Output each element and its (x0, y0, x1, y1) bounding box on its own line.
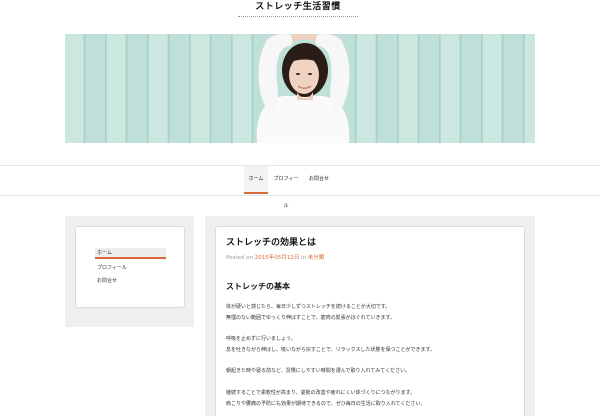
body-line: 体が硬いと感じたら、毎日少しずつストレッチを続けることが大切です。 (226, 304, 391, 310)
nav-item-contact[interactable]: お問合せ (306, 166, 332, 194)
body-line: 肩こりや腰痛の予防にも効果が期待できるので、ぜひ毎日の生活に取り入れてください。 (226, 401, 426, 407)
sidebar-item-home[interactable]: ホーム (95, 248, 166, 259)
main-navigation: ホーム プロフィール お問合せ (0, 165, 600, 209)
body-line: 朝起きた時や寝る前など、習慣にしやすい時間を選んで取り入れてみてください。 (226, 368, 411, 374)
posted-on-label: Posted on (226, 255, 253, 261)
header-image (65, 34, 535, 143)
sidebar-menu-widget: ホーム プロフィール お問合せ (75, 226, 185, 308)
main-content: ストレッチの効果とは Posted on 2015年05月12日 in 未分類 … (205, 216, 535, 416)
nav-item-profile[interactable]: プロフィール (273, 166, 299, 209)
body-line: 呼吸を止めずに行いましょう。 (226, 336, 296, 342)
sidebar: ホーム プロフィール お問合せ (65, 216, 194, 327)
sidebar-item-contact[interactable]: お問合せ (95, 276, 166, 287)
body-line: 継続することで柔軟性が高まり、姿勢の改善や疲れにくい体づくりにつながります。 (226, 390, 416, 396)
post-title[interactable]: ストレッチの効果とは (226, 235, 316, 248)
site-title[interactable]: ストレッチ生活習慣 (238, 1, 358, 17)
sidebar-item-profile[interactable]: プロフィール (95, 263, 166, 274)
site-header: ストレッチ生活習慣 (0, 0, 600, 165)
post-article: ストレッチの効果とは Posted on 2015年05月12日 in 未分類 … (215, 226, 525, 416)
in-label: in (300, 255, 306, 261)
nav-item-home[interactable]: ホーム (244, 166, 268, 194)
post-section-heading: ストレッチの基本 (226, 282, 290, 291)
body-line: 息を吐きながら伸ばし、吸いながら戻すことで、リラックスした状態を保つことができま… (226, 347, 436, 353)
post-category-link[interactable]: 未分類 (308, 255, 325, 261)
post-date-link[interactable]: 2015年05月12日 (255, 255, 300, 261)
body-line: 無理のない範囲でゆっくり伸ばすことで、筋肉の緊張がほぐれていきます。 (226, 315, 396, 321)
post-meta: Posted on 2015年05月12日 in 未分類 (226, 253, 324, 261)
